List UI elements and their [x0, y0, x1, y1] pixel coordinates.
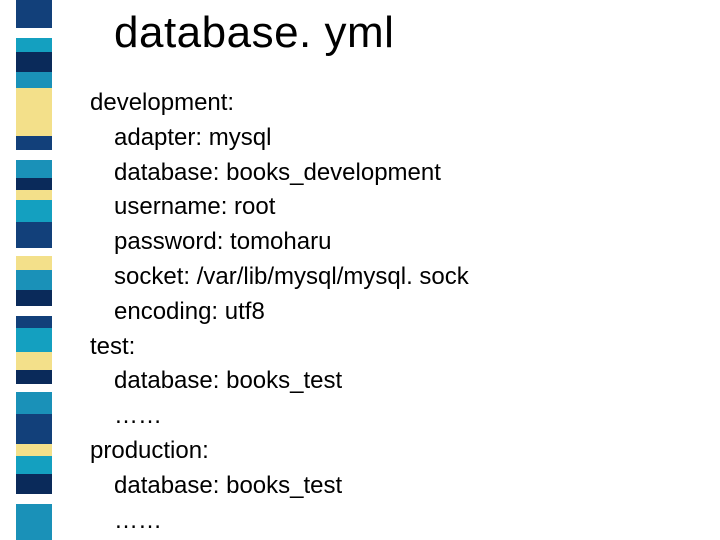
stripe-segment: [16, 370, 52, 384]
stripe-segment: [16, 290, 52, 306]
config-line: password: tomoharu: [114, 225, 469, 260]
config-line: database: books_test: [114, 364, 469, 399]
stripe-segment: [16, 52, 52, 72]
config-section: test:: [90, 330, 469, 365]
stripe-segment: [16, 316, 52, 328]
stripe-segment: [16, 474, 52, 494]
stripe-segment: [16, 328, 52, 352]
slide: database. yml development:adapter: mysql…: [0, 0, 720, 540]
stripe-segment: [16, 456, 52, 474]
stripe-segment: [16, 384, 52, 392]
stripe-segment: [16, 72, 52, 88]
stripe-segment: [16, 150, 52, 160]
config-line: socket: /var/lib/mysql/mysql. sock: [114, 260, 469, 295]
config-line: username: root: [114, 190, 469, 225]
stripe-segment: [16, 352, 52, 370]
stripe-segment: [16, 256, 52, 270]
stripe-segment: [16, 190, 52, 200]
config-section: development:: [90, 86, 469, 121]
config-line: ……: [114, 504, 469, 539]
config-line: ……: [114, 399, 469, 434]
stripe-segment: [16, 38, 52, 52]
stripe-segment: [16, 136, 52, 150]
stripe-segment: [16, 444, 52, 456]
config-line: encoding: utf8: [114, 295, 469, 330]
config-line: database: books_test: [114, 469, 469, 504]
stripe-segment: [16, 222, 52, 248]
config-line: adapter: mysql: [114, 121, 469, 156]
stripe-segment: [16, 200, 52, 222]
stripe-segment: [16, 28, 52, 38]
stripe-segment: [16, 0, 52, 28]
stripe-segment: [16, 414, 52, 444]
stripe-segment: [16, 248, 52, 256]
slide-title: database. yml: [114, 8, 394, 58]
stripe-segment: [16, 504, 52, 540]
stripe-segment: [16, 392, 52, 414]
stripe-segment: [16, 178, 52, 190]
stripe-segment: [16, 160, 52, 178]
config-section: production:: [90, 434, 469, 469]
stripe-segment: [16, 270, 52, 290]
stripe-segment: [16, 306, 52, 316]
config-line: database: books_development: [114, 156, 469, 191]
decorative-stripe: [16, 0, 52, 540]
stripe-segment: [16, 494, 52, 504]
stripe-segment: [16, 88, 52, 136]
slide-content: development:adapter: mysqldatabase: book…: [90, 86, 469, 538]
